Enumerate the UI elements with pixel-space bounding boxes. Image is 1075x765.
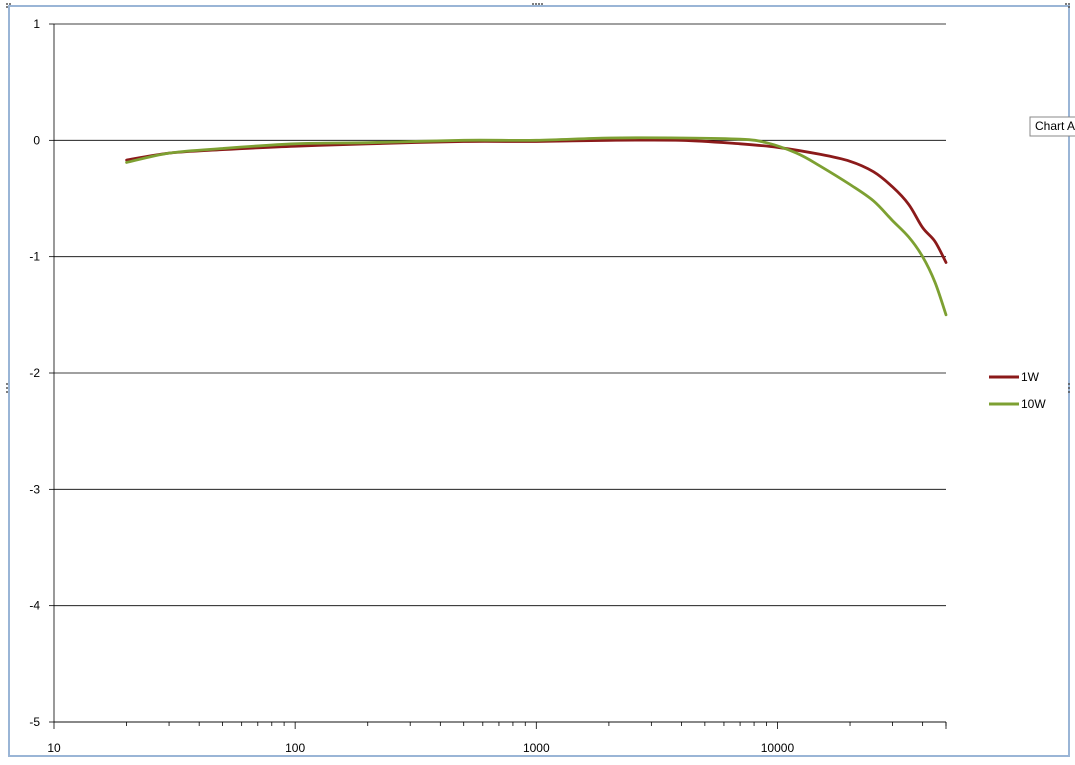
y-tick-label: -5 [29,715,40,729]
y-tick-label: -3 [29,482,40,496]
y-tick-label: -2 [29,366,40,380]
y-tick-label: 1 [33,17,40,31]
x-tick-label: 10 [47,741,61,755]
resize-handle-left[interactable] [6,383,8,393]
x-tick-label: 1000 [523,741,550,755]
resize-handle-right[interactable] [1068,383,1070,393]
chart-frame [8,5,1070,757]
legend-label-1w: 1W [1021,370,1040,384]
y-tick-label: -1 [29,250,40,264]
y-tick-label: -4 [29,599,40,613]
line-chart: 10-1-2-3-4-510 100 1000 100001W10W Chart A [6,3,1075,757]
chart-tooltip: Chart A [1029,116,1075,137]
x-tick-label: 10000 [761,741,795,755]
x-tick-label: 100 [285,741,305,755]
legend-label-10w: 10W [1021,397,1046,411]
y-tick-label: 0 [33,133,40,147]
chart-area[interactable]: 1 0 -1 -2 -3 -4 -5 10 100 1000 10000 1W 10W Chart A [0,0,1075,760]
resize-handle-top[interactable] [532,3,543,5]
tooltip-text: Chart A [1035,119,1075,133]
